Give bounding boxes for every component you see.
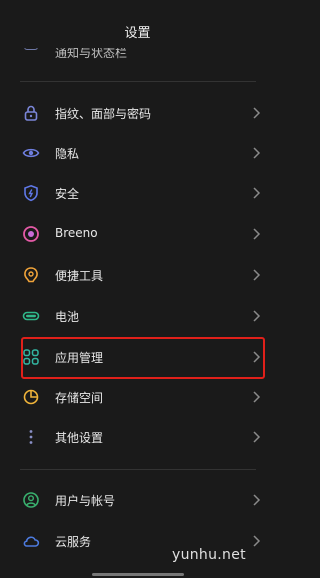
list-item-label: 用户与帐号 xyxy=(55,494,116,508)
chevron-right-icon xyxy=(253,494,261,506)
more-dots-icon xyxy=(29,430,33,444)
chevron-right-icon xyxy=(253,535,261,547)
page-title: 设置 xyxy=(124,26,151,41)
list-item-label: 便捷工具 xyxy=(55,269,104,283)
highlight-box xyxy=(21,337,265,379)
top-bar: 设置 xyxy=(0,0,275,48)
shield-icon xyxy=(24,184,38,202)
section-divider xyxy=(20,469,256,470)
section-divider xyxy=(20,81,256,82)
chevron-right-icon xyxy=(253,391,261,403)
list-item-privacy[interactable]: 隐私 xyxy=(0,134,275,174)
chevron-right-icon xyxy=(253,431,261,443)
list-item-label: 安全 xyxy=(55,187,80,201)
list-item-breeno[interactable]: Breeno xyxy=(0,215,275,255)
battery-icon xyxy=(22,311,40,321)
tools-icon xyxy=(24,267,38,283)
list-item-label: 存储空间 xyxy=(55,391,104,405)
list-item-storage[interactable]: 存储空间 xyxy=(0,378,275,418)
list-item-label: 云服务 xyxy=(55,535,92,549)
breeno-icon xyxy=(23,226,39,242)
list-item-battery[interactable]: 电池 xyxy=(0,297,275,337)
list-item-tools[interactable]: 便捷工具 xyxy=(0,256,275,296)
chevron-right-icon xyxy=(253,228,261,240)
chevron-right-icon xyxy=(253,147,261,159)
list-item-label: 隐私 xyxy=(55,147,80,161)
cloud-icon xyxy=(23,536,40,547)
list-item-biometrics[interactable]: 指纹、面部与密码 xyxy=(0,94,275,134)
list-item-label: Breeno xyxy=(55,226,98,240)
list-item-label: 指纹、面部与密码 xyxy=(55,107,152,121)
chevron-right-icon xyxy=(253,187,261,199)
list-item-other-settings[interactable]: 其他设置 xyxy=(0,418,275,458)
list-item-label: 其他设置 xyxy=(55,431,104,445)
list-item-security[interactable]: 安全 xyxy=(0,174,275,214)
chevron-right-icon xyxy=(253,269,261,281)
chevron-right-icon xyxy=(253,107,261,119)
lock-icon xyxy=(24,105,38,121)
home-indicator[interactable] xyxy=(92,573,184,576)
list-item-user-accounts[interactable]: 用户与帐号 xyxy=(0,481,275,521)
eye-icon xyxy=(22,148,40,158)
chevron-right-icon xyxy=(253,310,261,322)
watermark-text: yunhu.net xyxy=(172,547,246,563)
storage-pie-icon xyxy=(23,389,39,405)
list-item-label: 电池 xyxy=(55,310,80,324)
user-icon xyxy=(23,492,39,508)
